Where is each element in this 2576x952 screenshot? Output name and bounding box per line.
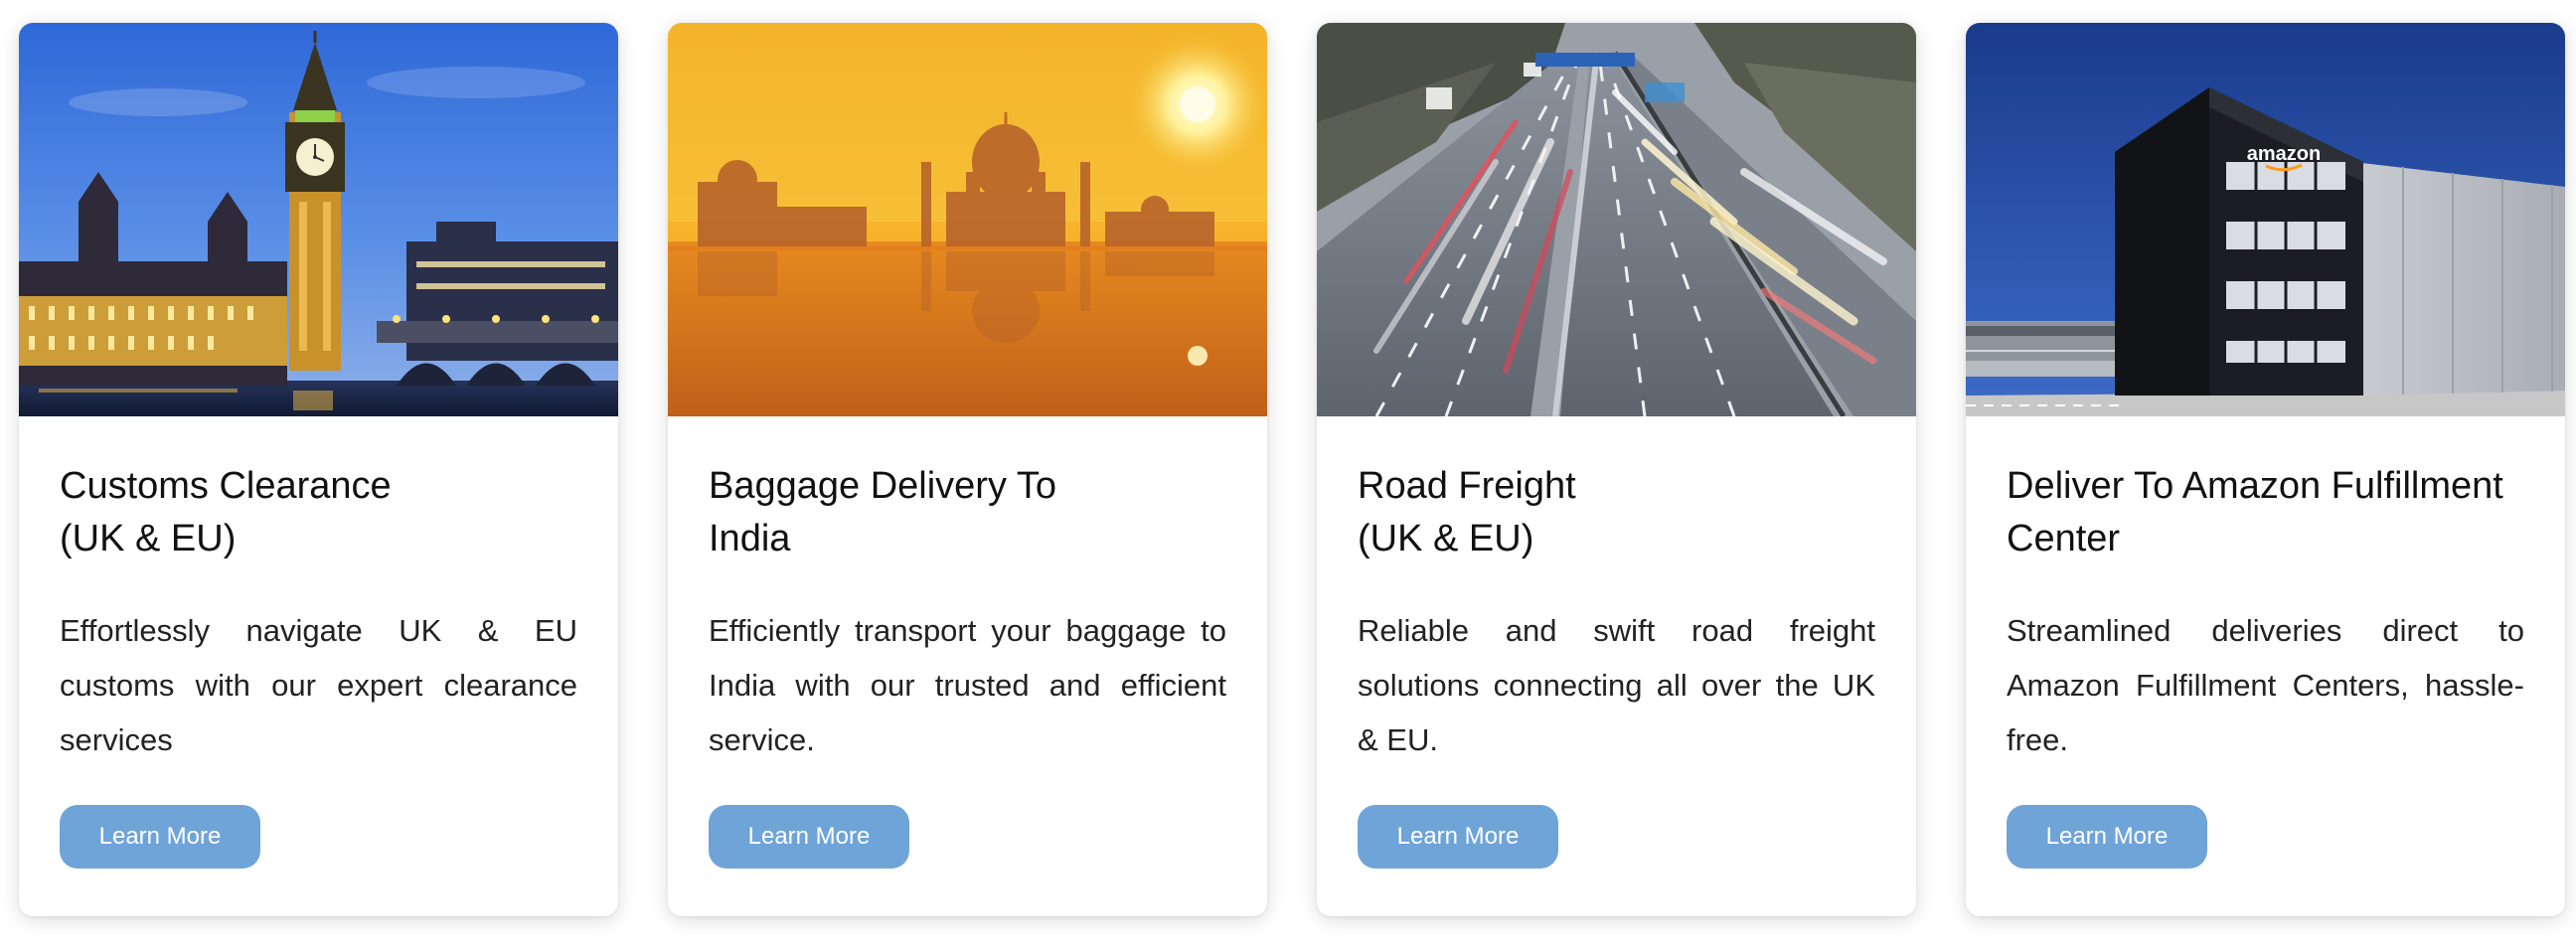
taj-mahal-sunset-image	[668, 23, 1267, 416]
card-title-line-1: Customs Clearance	[60, 465, 392, 507]
card-description: Efficiently transport your baggage to In…	[709, 613, 1226, 757]
card-baggage-delivery-india: Baggage Delivery To India Efficiently tr…	[668, 23, 1267, 916]
learn-more-button[interactable]: Learn More	[60, 805, 260, 869]
card-amazon-fulfillment: amazon Deliver To Amazon Fulfillment Cen…	[1966, 23, 2565, 916]
card-customs-clearance: Customs Clearance (UK & EU) Effortlessly…	[19, 23, 618, 916]
card-title: Road Freight (UK & EU)	[1358, 416, 1875, 565]
card-title-line-2: (UK & EU)	[60, 518, 237, 559]
learn-more-button[interactable]: Learn More	[2007, 805, 2207, 869]
card-road-freight: Road Freight (UK & EU) Reliable and swif…	[1317, 23, 1916, 916]
card-description: Streamlined deliveries direct to Amazon …	[2007, 613, 2524, 757]
card-title-line-2: (UK & EU)	[1358, 518, 1534, 559]
card-description: Effortlessly navigate UK & EU customs wi…	[60, 613, 577, 757]
amazon-sign-text: amazon	[2247, 143, 2321, 165]
card-title: Baggage Delivery To India	[709, 416, 1226, 565]
amazon-warehouse-image: amazon	[1966, 23, 2565, 416]
card-title: Deliver To Amazon Fulfillment Center	[2007, 416, 2524, 565]
motorway-traffic-image	[1317, 23, 1916, 416]
card-title-line-2: India	[709, 518, 791, 559]
card-title-line-1: Road Freight	[1358, 465, 1576, 507]
card-description: Reliable and swift road freight solution…	[1358, 613, 1875, 757]
london-skyline-image	[19, 23, 618, 416]
learn-more-button[interactable]: Learn More	[1358, 805, 1558, 869]
service-cards: Customs Clearance (UK & EU) Effortlessly…	[0, 0, 2576, 952]
card-title-line-1: Baggage Delivery To	[709, 465, 1056, 507]
card-title-line-1: Deliver To Amazon Fulfillment	[2007, 465, 2503, 507]
learn-more-button[interactable]: Learn More	[709, 805, 909, 869]
card-title: Customs Clearance (UK & EU)	[60, 416, 577, 565]
card-title-line-2: Center	[2007, 518, 2121, 559]
